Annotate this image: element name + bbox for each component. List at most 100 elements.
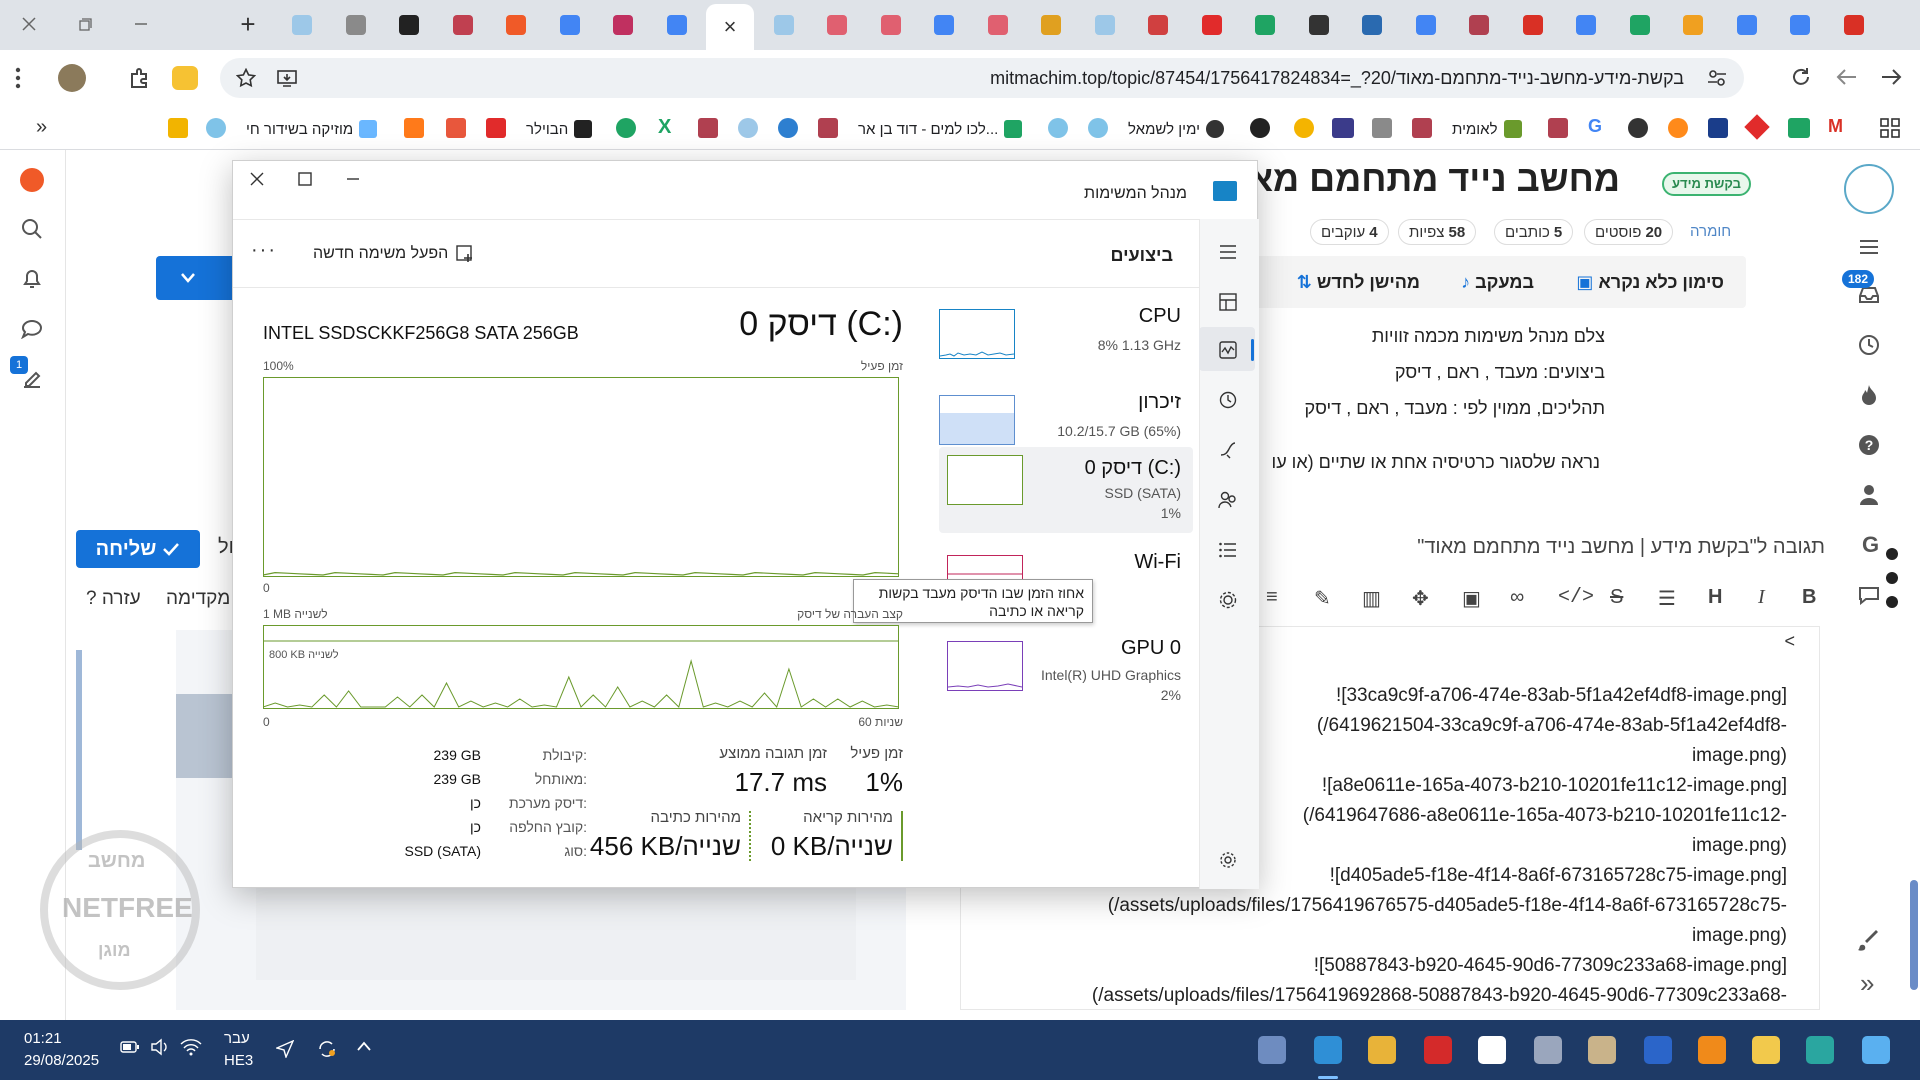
photos-app-icon[interactable] <box>1582 1030 1622 1070</box>
bookmark-rtl[interactable]: ימין לשמאל <box>1128 118 1224 140</box>
bookmark-fox-icon[interactable] <box>1668 118 1688 138</box>
hamburger-icon[interactable] <box>1856 234 1882 260</box>
details-icon[interactable] <box>1213 535 1243 565</box>
browser-tab[interactable] <box>867 6 915 44</box>
browser-tab[interactable] <box>760 6 808 44</box>
browser-tab[interactable] <box>653 6 701 44</box>
strikethrough-icon[interactable]: S <box>1610 586 1623 609</box>
bookmark-boiler[interactable]: הבוילר <box>526 118 593 140</box>
preview-scroll[interactable] <box>76 650 82 850</box>
hardware-category-link[interactable]: חומרה <box>1690 223 1731 240</box>
bookmark-gmail-icon[interactable]: M <box>1828 116 1843 137</box>
bookmark-pinwheel-icon[interactable] <box>1294 118 1314 138</box>
bookmark-shield-icon[interactable] <box>698 118 718 138</box>
bookmark-blue-icon[interactable] <box>778 118 798 138</box>
browser-tab[interactable] <box>1669 6 1717 44</box>
bookmark-shield4-icon[interactable] <box>1412 118 1432 138</box>
clock-time[interactable]: 01:21 <box>24 1030 62 1047</box>
bookmark-youtube-icon[interactable] <box>486 118 506 138</box>
category-badge[interactable]: בקשת מידע <box>1662 172 1751 196</box>
new-tab-button[interactable]: + <box>228 0 268 48</box>
bookmark-navy-icon[interactable] <box>1708 118 1728 138</box>
image-icon[interactable]: ▣ <box>1462 586 1481 611</box>
page-scrollbar[interactable] <box>1910 880 1918 990</box>
performance-icon[interactable] <box>1213 335 1243 365</box>
tm-more-button[interactable]: ··· <box>251 239 277 262</box>
tool-app-icon[interactable] <box>1528 1030 1568 1070</box>
word-app-icon[interactable] <box>1638 1030 1678 1070</box>
chrome-app-icon[interactable] <box>1362 1030 1402 1070</box>
italic-icon[interactable]: I <box>1758 586 1765 609</box>
align-icon[interactable]: ≡ <box>1266 586 1278 609</box>
startup-apps-icon[interactable] <box>1213 435 1243 465</box>
watching-button[interactable]: במעקב ♪ <box>1461 272 1534 293</box>
bookmark-shield2-icon[interactable] <box>818 118 838 138</box>
bell-icon[interactable] <box>19 266 45 292</box>
language-secondary[interactable]: HE3 <box>224 1052 253 1069</box>
browser-tab[interactable] <box>1562 6 1610 44</box>
browser-tab[interactable] <box>1402 6 1450 44</box>
extensions-button[interactable] <box>128 66 152 90</box>
services-icon[interactable] <box>1213 585 1243 615</box>
browser-tab[interactable] <box>974 6 1022 44</box>
bookmark-github-icon[interactable] <box>1628 118 1648 138</box>
perf-item-gpu[interactable]: GPU 0 Intel(R) UHD Graphics 2% <box>939 633 1193 719</box>
tm-menu-icon[interactable] <box>1213 237 1243 267</box>
bookmark-apk-icon[interactable] <box>1332 118 1354 138</box>
help-link[interactable]: עזרה ? <box>86 588 141 610</box>
code-icon[interactable]: </> <box>1558 586 1594 609</box>
google-icon[interactable]: G <box>1862 532 1879 558</box>
browser-tab[interactable] <box>1616 6 1664 44</box>
bookmark-orange-icon[interactable] <box>404 118 424 138</box>
browser-tab[interactable] <box>920 6 968 44</box>
bookmark-water[interactable]: לכו למים - דוד בן אר... <box>858 118 1023 140</box>
tm-minimize-button[interactable] <box>343 169 363 189</box>
bookmark-music[interactable]: מוזיקה בשידור חי <box>246 118 378 140</box>
browser-tab[interactable] <box>1027 6 1075 44</box>
browser-tab[interactable] <box>439 6 487 44</box>
chat-icon[interactable] <box>19 316 45 342</box>
app-history-icon[interactable] <box>1213 385 1243 415</box>
browser-tab[interactable] <box>1348 6 1396 44</box>
bookmark-g-icon[interactable] <box>1250 118 1270 138</box>
bookmark-shield5-icon[interactable] <box>1548 118 1568 138</box>
browser-tab[interactable] <box>332 6 380 44</box>
restore-window-button[interactable] <box>56 0 114 48</box>
browser-tab[interactable] <box>1081 6 1129 44</box>
search-app-icon[interactable] <box>1692 1030 1732 1070</box>
reload-button[interactable] <box>1790 66 1812 88</box>
bookmark-globe-icon[interactable] <box>206 118 226 138</box>
coins-extension-icon[interactable] <box>172 66 198 90</box>
send-button[interactable]: שליחה <box>76 530 200 568</box>
bookmark-person-icon[interactable] <box>616 118 636 138</box>
preview-link[interactable]: מקדימה <box>166 588 230 610</box>
minimize-window-button[interactable] <box>112 0 170 48</box>
bookmark-star-button[interactable] <box>236 68 256 88</box>
language-primary[interactable]: עבר <box>224 1030 250 1047</box>
overlay-dot-icon[interactable] <box>1886 596 1898 608</box>
run-new-task-button[interactable]: הפעל משימה חדשה <box>313 241 474 267</box>
notification-dot-icon[interactable] <box>20 168 44 192</box>
battery-icon[interactable] <box>120 1040 140 1054</box>
bookmark-globe3-icon[interactable] <box>1088 118 1108 138</box>
chart-icon[interactable]: ▥ <box>1362 586 1381 611</box>
bookmarks-overflow-icon[interactable]: » <box>36 116 47 139</box>
clock-icon[interactable] <box>1856 332 1882 358</box>
url-text[interactable]: mitmachim.top/topic/87454/1756417824834=… <box>990 68 1684 89</box>
site-settings-button[interactable] <box>1706 68 1728 88</box>
location-icon[interactable] <box>276 1040 294 1058</box>
clock-date[interactable]: 29/08/2025 <box>24 1052 99 1069</box>
browser-tab[interactable] <box>1509 6 1557 44</box>
menu-kebab-button[interactable] <box>14 66 22 90</box>
brush-icon[interactable] <box>1856 928 1882 954</box>
bold-icon[interactable]: B <box>1802 586 1816 609</box>
tab-close-icon[interactable]: × <box>724 14 737 40</box>
list-icon[interactable]: ☰ <box>1658 586 1676 611</box>
site-logo-icon[interactable] <box>1844 164 1894 214</box>
processes-icon[interactable] <box>1213 287 1243 317</box>
install-app-button[interactable] <box>276 68 298 88</box>
browser-tab[interactable] <box>1776 6 1824 44</box>
heading-icon[interactable]: H <box>1708 586 1722 609</box>
resize-icon[interactable]: ✥ <box>1412 586 1429 611</box>
search-icon[interactable] <box>19 216 45 242</box>
